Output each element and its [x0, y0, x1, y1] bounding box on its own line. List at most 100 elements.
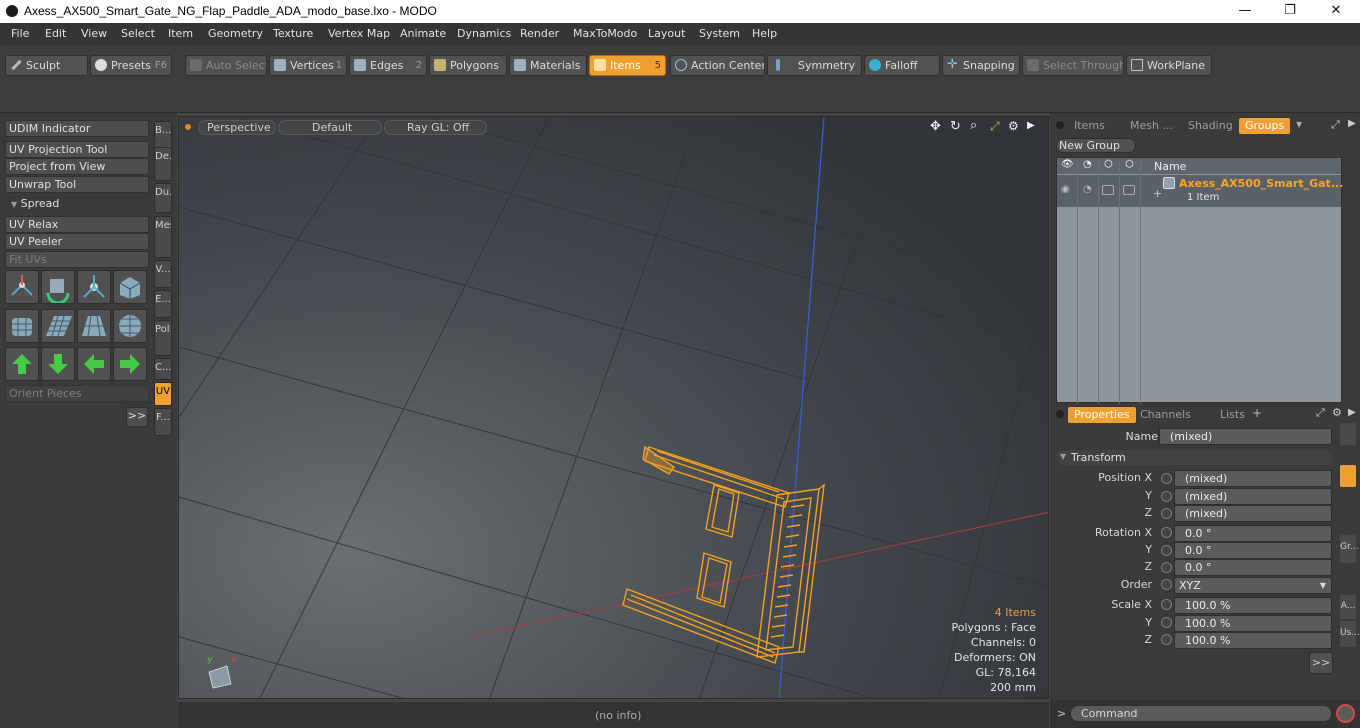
arrow-right-icon[interactable] [113, 347, 147, 381]
uv-rotate-icon[interactable] [41, 270, 75, 305]
rotation-x-field[interactable]: 0.0 ° [1174, 525, 1332, 542]
uv-cylinder-icon[interactable] [5, 309, 39, 343]
uv-grid-icon[interactable] [77, 309, 111, 343]
menu-item[interactable]: Item [168, 27, 193, 40]
perspective-dropdown[interactable]: Perspective [198, 120, 276, 135]
select-through-button[interactable]: Select Through [1022, 55, 1124, 76]
tab-properties[interactable]: Properties [1068, 407, 1136, 423]
project-from-view-button[interactable]: Project from View [5, 158, 149, 175]
polygons-button[interactable]: Polygons [429, 55, 507, 76]
action-center-button[interactable]: Action Center [670, 55, 765, 76]
position-y-field[interactable]: (mixed) [1174, 488, 1332, 505]
rotation-y-keyframe-icon[interactable] [1161, 545, 1172, 556]
vtab-edge[interactable]: E... [154, 290, 172, 318]
panel-menu-icon[interactable] [1056, 121, 1064, 129]
orient-pieces-button[interactable]: Orient Pieces [5, 385, 149, 402]
3d-viewport[interactable]: y x Perspective Default Ray GL: Off ✥ ↻ … [178, 116, 1049, 699]
group-name[interactable]: Axess_AX500_Smart_Gat... [1179, 177, 1343, 190]
scale-z-field[interactable]: 100.0 % [1174, 632, 1332, 649]
arrow-left-icon[interactable] [77, 347, 111, 381]
tab-mesh[interactable]: Mesh ... [1124, 118, 1179, 134]
menu-dynamics[interactable]: Dynamics [457, 27, 511, 40]
move-view-icon[interactable]: ✥ [930, 119, 941, 134]
more-tools-button[interactable]: >> [126, 407, 148, 427]
group-lock-checkbox[interactable] [1102, 185, 1114, 195]
vtab-deform[interactable]: De... [154, 147, 172, 181]
name-field[interactable]: (mixed) [1159, 428, 1332, 445]
tab-items[interactable]: Items [1068, 118, 1111, 134]
group-select-checkbox[interactable] [1123, 185, 1135, 195]
scale-x-field[interactable]: 100.0 % [1174, 597, 1332, 614]
menu-texture[interactable]: Texture [273, 27, 313, 40]
zoom-view-icon[interactable]: ⌕ [970, 118, 977, 133]
scale-x-keyframe-icon[interactable] [1161, 599, 1172, 610]
rotation-z-field[interactable]: 0.0 ° [1174, 559, 1332, 576]
expand-arrow-icon[interactable]: ▶ [1027, 120, 1035, 131]
group-visibility-icon[interactable]: ◉ [1061, 184, 1070, 195]
tab-shading[interactable]: Shading [1182, 118, 1239, 134]
workplane-button[interactable]: WorkPlane [1126, 55, 1212, 76]
arrow-down-icon[interactable] [41, 347, 75, 381]
fit-uvs-button[interactable]: Fit UVs [5, 251, 149, 268]
materials-button[interactable]: Materials [509, 55, 587, 76]
menu-select[interactable]: Select [121, 27, 155, 40]
vtab-fusion[interactable]: F... [154, 408, 172, 436]
udim-indicator-button[interactable]: UDIM Indicator [5, 120, 149, 137]
side-tab-groups[interactable]: Gr... [1340, 535, 1358, 563]
presets-button[interactable]: Presets F6 [90, 55, 172, 76]
auto-select-button[interactable]: Auto Select [185, 55, 267, 76]
falloff-button[interactable]: Falloff [864, 55, 940, 76]
side-tab-handle[interactable] [1340, 423, 1356, 445]
rotate-view-icon[interactable]: ↻ [950, 119, 961, 134]
rotation-x-keyframe-icon[interactable] [1161, 527, 1172, 538]
close-button[interactable]: ✕ [1313, 0, 1359, 23]
menu-geometry[interactable]: Geometry [208, 27, 263, 40]
record-button[interactable] [1336, 704, 1355, 723]
side-tab-user[interactable]: Us... [1340, 621, 1360, 647]
position-z-keyframe-icon[interactable] [1161, 508, 1172, 519]
uv-projection-tool-button[interactable]: UV Projection Tool [5, 141, 149, 158]
uv-transform-icon[interactable] [5, 270, 39, 304]
menu-help[interactable]: Help [752, 27, 777, 40]
uv-box-icon[interactable] [113, 270, 147, 304]
minimize-button[interactable]: — [1222, 0, 1268, 23]
menu-file[interactable]: File [11, 27, 29, 40]
vtab-uv[interactable]: UV [154, 382, 172, 406]
items-button[interactable]: Items 5 [589, 55, 666, 76]
panel-expand-icon[interactable]: ▶ [1348, 118, 1356, 129]
vtab-vertex[interactable]: V... [154, 260, 172, 288]
properties-maximize-icon[interactable]: ⤢ [1316, 406, 1325, 420]
properties-menu-icon[interactable] [1056, 410, 1064, 418]
menu-view[interactable]: View [81, 27, 107, 40]
arrow-up-icon[interactable] [5, 347, 39, 381]
viewport-menu-icon[interactable] [184, 123, 192, 131]
vtab-curve[interactable]: C... [154, 358, 172, 380]
vertices-button[interactable]: Vertices 1 [269, 55, 347, 76]
scale-y-field[interactable]: 100.0 % [1174, 615, 1332, 632]
order-keyframe-icon[interactable] [1161, 579, 1172, 590]
properties-expand-icon[interactable]: ▶ [1348, 407, 1356, 418]
rotation-y-field[interactable]: 0.0 ° [1174, 542, 1332, 559]
properties-more-button[interactable]: >> [1309, 652, 1333, 674]
vtab-polygon[interactable]: Pol... [154, 320, 172, 356]
tabs-dropdown-icon[interactable]: ▼ [1296, 120, 1302, 129]
position-z-field[interactable]: (mixed) [1174, 505, 1332, 522]
maximize-button[interactable]: ❐ [1267, 0, 1313, 23]
menu-vertex-map[interactable]: Vertex Map [328, 27, 390, 40]
unwrap-tool-button[interactable]: Unwrap Tool [5, 176, 149, 193]
snapping-button[interactable]: ✛ Snapping [942, 55, 1020, 76]
uv-sphere-icon[interactable] [113, 309, 147, 343]
position-x-keyframe-icon[interactable] [1161, 473, 1172, 484]
panel-maximize-icon[interactable]: ⤢ [1331, 118, 1340, 132]
raygl-toggle[interactable]: Ray GL: Off [384, 120, 487, 135]
tab-lists[interactable]: Lists [1214, 407, 1251, 423]
vtab-duplicate[interactable]: Du... [154, 183, 172, 213]
order-dropdown[interactable]: XYZ ▼ [1174, 577, 1332, 594]
uv-relax-button[interactable]: UV Relax [5, 216, 149, 233]
group-row[interactable]: ◉ ◔ + Axess_AX500_Smart_Gat... 1 Item [1057, 175, 1343, 207]
transform-header[interactable]: ▼ Transform [1056, 450, 1333, 465]
vtab-mesh-edit[interactable]: Mes... [154, 216, 172, 258]
uv-planar-icon[interactable] [41, 309, 75, 343]
sculpt-button[interactable]: Sculpt [5, 55, 88, 76]
command-input[interactable]: Command [1070, 705, 1332, 722]
